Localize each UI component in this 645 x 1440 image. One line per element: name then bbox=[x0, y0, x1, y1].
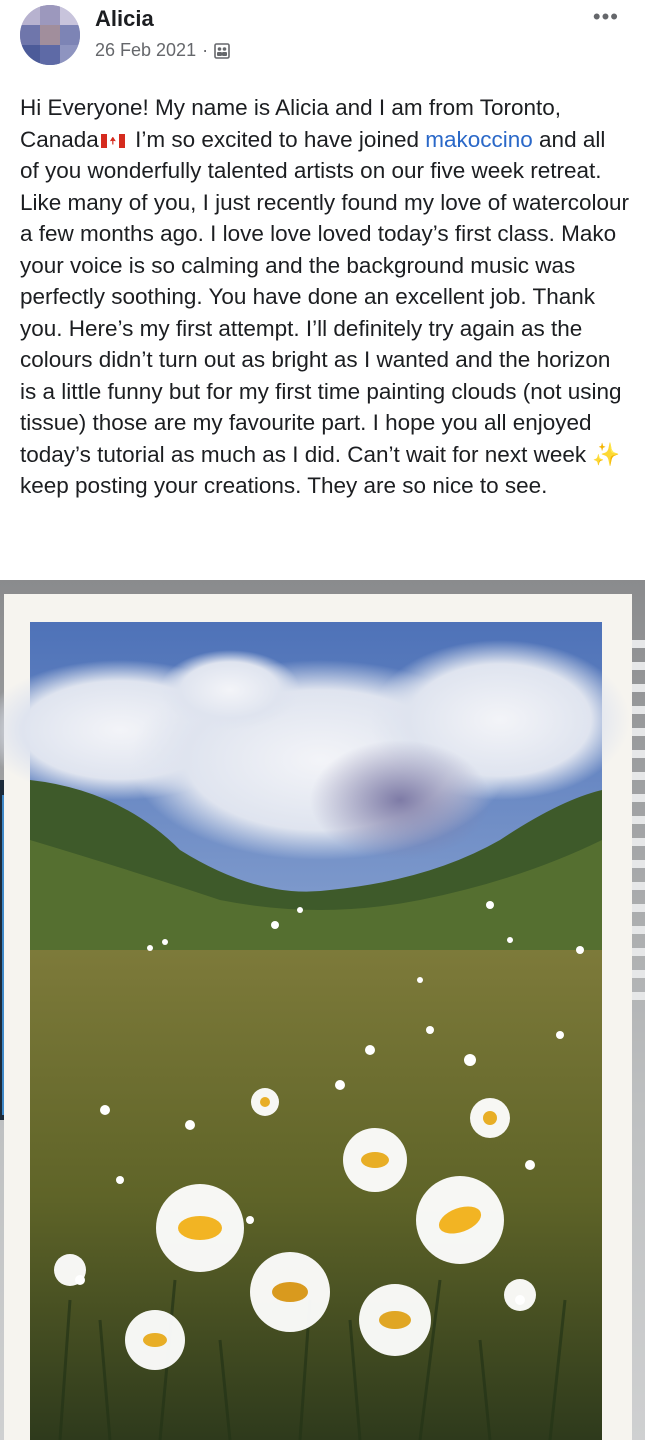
post-text-part3: and all of you wonderfully talented arti… bbox=[20, 126, 630, 467]
author-name[interactable]: Alicia bbox=[95, 6, 154, 32]
post-date[interactable]: 26 Feb 2021 bbox=[95, 40, 196, 61]
post-header: Alicia 26 Feb 2021 · ••• bbox=[0, 0, 645, 80]
post-text-part2: I’m so excited to have joined bbox=[128, 126, 426, 152]
meta-separator: · bbox=[202, 40, 209, 60]
more-options-icon[interactable]: ••• bbox=[593, 6, 619, 28]
post-meta: 26 Feb 2021 · bbox=[95, 40, 230, 61]
watercolor-painting-image bbox=[0, 594, 645, 1440]
mention-link[interactable]: makoccino bbox=[425, 127, 533, 152]
post-photo[interactable] bbox=[0, 580, 645, 1440]
avatar[interactable] bbox=[20, 5, 80, 65]
canada-flag-emoji bbox=[100, 133, 125, 148]
group-audience-icon bbox=[214, 42, 230, 59]
sparkles-emoji: ✨ bbox=[592, 441, 621, 467]
post-body: Hi Everyone! My name is Alicia and I am … bbox=[20, 92, 630, 502]
post-text-part4: keep posting your creations. They are so… bbox=[20, 473, 548, 498]
